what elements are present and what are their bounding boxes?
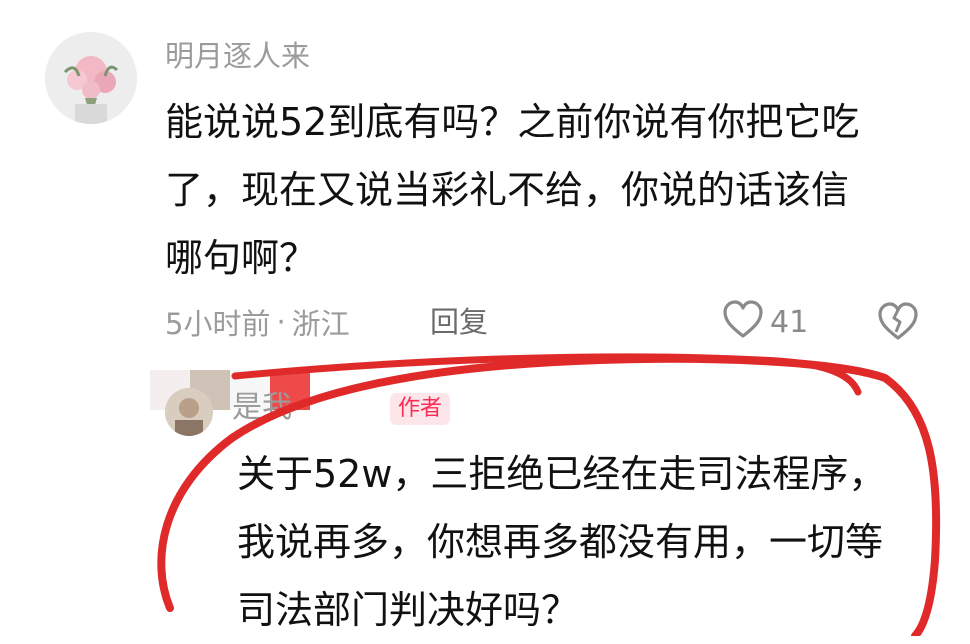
- reply-username[interactable]: 是我: [232, 386, 292, 430]
- author-badge: 作者: [390, 393, 451, 425]
- comment-text: 能说说52到底有吗？之前你说有你把它吃 了，现在又说当彩礼不给，你说的话该信 哪…: [165, 88, 925, 292]
- meta-separator: ·: [276, 305, 286, 339]
- comment-time: 5小时前: [165, 307, 271, 341]
- comment-username[interactable]: 明月逐人来: [165, 34, 310, 78]
- reply-button[interactable]: 回复: [430, 300, 488, 344]
- reply-text-line: 司法部门判决好吗？: [237, 588, 580, 632]
- comment-meta: 5小时前 · 浙江: [165, 300, 350, 344]
- like-button[interactable]: 41: [722, 298, 808, 346]
- comment-text-line: 哪句啊？: [165, 236, 318, 280]
- dislike-button[interactable]: [876, 300, 920, 344]
- comment-text-line: 能说说52到底有吗？之前你说有你把它吃: [165, 100, 860, 144]
- avatar[interactable]: [45, 32, 137, 124]
- reply-text-line: 关于52w，三拒绝已经在走司法程序，: [237, 452, 887, 496]
- reply-text: 关于52w，三拒绝已经在走司法程序， 我说再多，你想再多都没有用，一切等 司法部…: [237, 440, 957, 644]
- heart-outline-icon: [722, 300, 764, 344]
- comment-text-line: 了，现在又说当彩礼不给，你说的话该信: [165, 168, 850, 212]
- broken-heart-icon: [878, 302, 918, 340]
- reply-avatar[interactable]: [165, 388, 213, 436]
- reply-text-line: 我说再多，你想再多都没有用，一切等: [237, 520, 884, 564]
- like-count: 41: [770, 304, 809, 340]
- comment-location: 浙江: [291, 307, 350, 341]
